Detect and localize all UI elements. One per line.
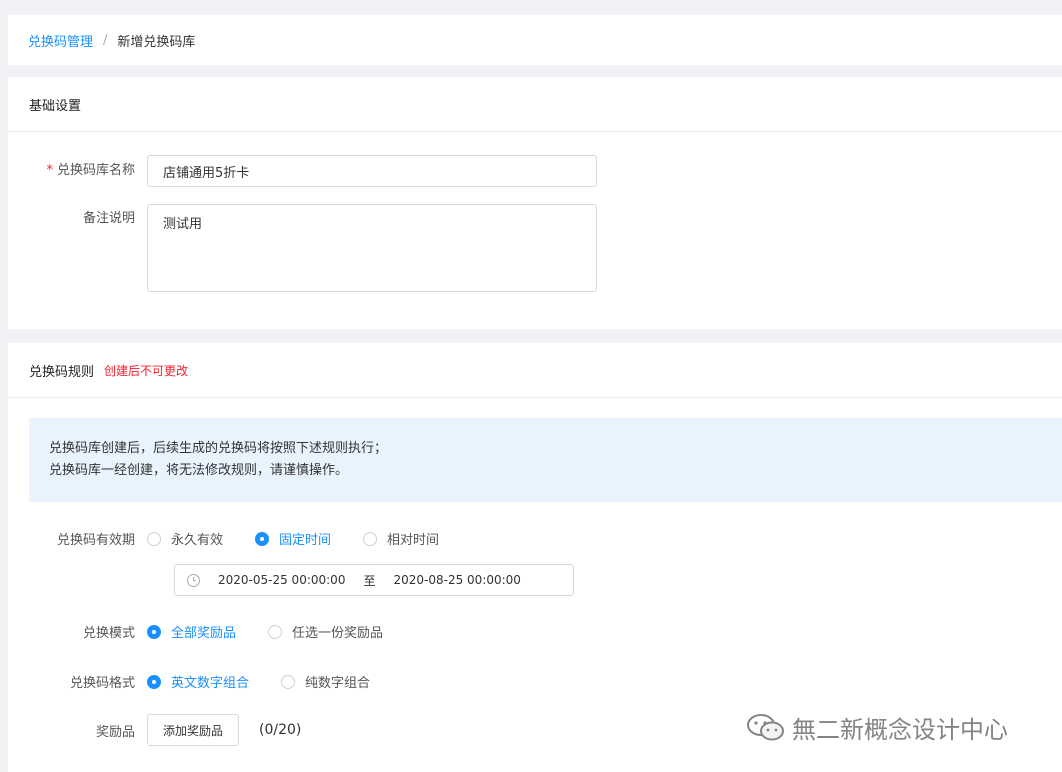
radio-dot [147,531,161,546]
watermark: 無二新概念设计中心 [746,710,1008,745]
breadcrumb-separator: / [103,32,108,48]
rules-warning: 创建后不可更改 [104,363,189,378]
basic-settings-title: 基础设置 [8,77,1062,132]
rules-title-text: 兑换码规则 [29,364,95,380]
mode-option-choose-one[interactable]: 任选一份奖励品 [268,622,383,641]
breadcrumb-parent-link[interactable]: 兑换码管理 [28,31,93,50]
radio-dot [255,531,270,546]
radio-dot [147,624,161,639]
validity-radio-group: 永久有效 固定时间 相对时间 [147,529,471,548]
date-end[interactable]: 2020-08-25 00:00:00 [393,573,520,587]
radio-dot [281,674,296,689]
rules-card: 兑换码规则 创建后不可更改 兑换码库创建后，后续生成的兑换码将按照下述规则执行；… [8,343,1062,772]
breadcrumb-current: 新增兑换码库 [117,34,196,50]
basic-settings-title-text: 基础设置 [29,98,82,114]
breadcrumb: 兑换码管理 / 新增兑换码库 [8,15,1062,65]
date-range-picker[interactable]: 2020-05-25 00:00:00 至 2020-08-25 00:00:0… [174,564,574,596]
validity-label: 兑换码有效期 [56,533,135,548]
basic-settings-card: 基础设置 * 兑换码库名称 店铺通用5折卡 备注说明 测试用 [8,77,1062,329]
validity-option-relative[interactable]: 相对时间 [363,529,439,548]
mode-option-choose-one-label: 任选一份奖励品 [292,626,384,641]
format-option-numeric-label: 纯数字组合 [305,676,371,691]
date-start[interactable]: 2020-05-25 00:00:00 [218,573,345,587]
remark-textarea[interactable]: 测试用 [147,204,597,292]
notice-line-2: 兑换码库一经创建，将无法修改规则，请谨慎操作。 [49,463,349,478]
validity-option-fixed[interactable]: 固定时间 [255,529,331,548]
reward-label: 奖励品 [95,724,135,740]
remark-label: 备注说明 [82,211,135,226]
validity-option-permanent[interactable]: 永久有效 [147,529,223,548]
validity-option-permanent-label: 永久有效 [171,533,224,548]
radio-dot [363,531,378,546]
date-range-row: 2020-05-25 00:00:00 至 2020-08-25 00:00:0… [174,564,574,596]
validity-option-fixed-label: 固定时间 [279,533,332,548]
name-input-value: 店铺通用5折卡 [163,165,250,181]
mode-option-all-label: 全部奖励品 [171,626,237,641]
clock-icon [187,573,200,587]
remark-textarea-value: 测试用 [163,217,203,232]
add-reward-button[interactable]: 添加奖励品 [147,714,240,746]
format-option-alphanumeric-label: 英文数字组合 [171,676,250,691]
reward-count: (0/20) [259,722,302,738]
date-range-separator: 至 [363,573,376,588]
name-row: * 兑换码库名称 店铺通用5折卡 [8,155,597,187]
notice-line-1: 兑换码库创建后，后续生成的兑换码将按照下述规则执行； [49,441,388,456]
format-label: 兑换码格式 [69,676,135,691]
validity-row: 兑换码有效期 永久有效 固定时间 相对时间 [8,529,471,548]
radio-dot [147,674,161,689]
name-input[interactable]: 店铺通用5折卡 [147,155,597,187]
mode-row: 兑换模式 全部奖励品 任选一份奖励品 [8,622,415,641]
wechat-icon [747,713,784,740]
format-radio-group: 英文数字组合 纯数字组合 [147,672,402,691]
reward-row: 奖励品 添加奖励品 (0/20) [8,714,301,746]
rules-title: 兑换码规则 创建后不可更改 [8,343,1062,398]
watermark-text: 無二新概念设计中心 [792,716,1008,744]
mode-label: 兑换模式 [82,626,135,641]
format-option-alphanumeric[interactable]: 英文数字组合 [147,672,249,691]
radio-dot [268,624,283,639]
validity-option-relative-label: 相对时间 [387,533,440,548]
mode-option-all[interactable]: 全部奖励品 [147,622,236,641]
remark-row: 备注说明 测试用 [8,204,597,292]
format-row: 兑换码格式 英文数字组合 纯数字组合 [8,672,402,691]
rules-notice: 兑换码库创建后，后续生成的兑换码将按照下述规则执行； 兑换码库一经创建，将无法修… [29,418,1062,502]
name-label: * 兑换码库名称 [46,163,135,178]
mode-radio-group: 全部奖励品 任选一份奖励品 [147,622,415,641]
format-option-numeric[interactable]: 纯数字组合 [281,672,370,691]
required-mark: * [46,163,53,178]
